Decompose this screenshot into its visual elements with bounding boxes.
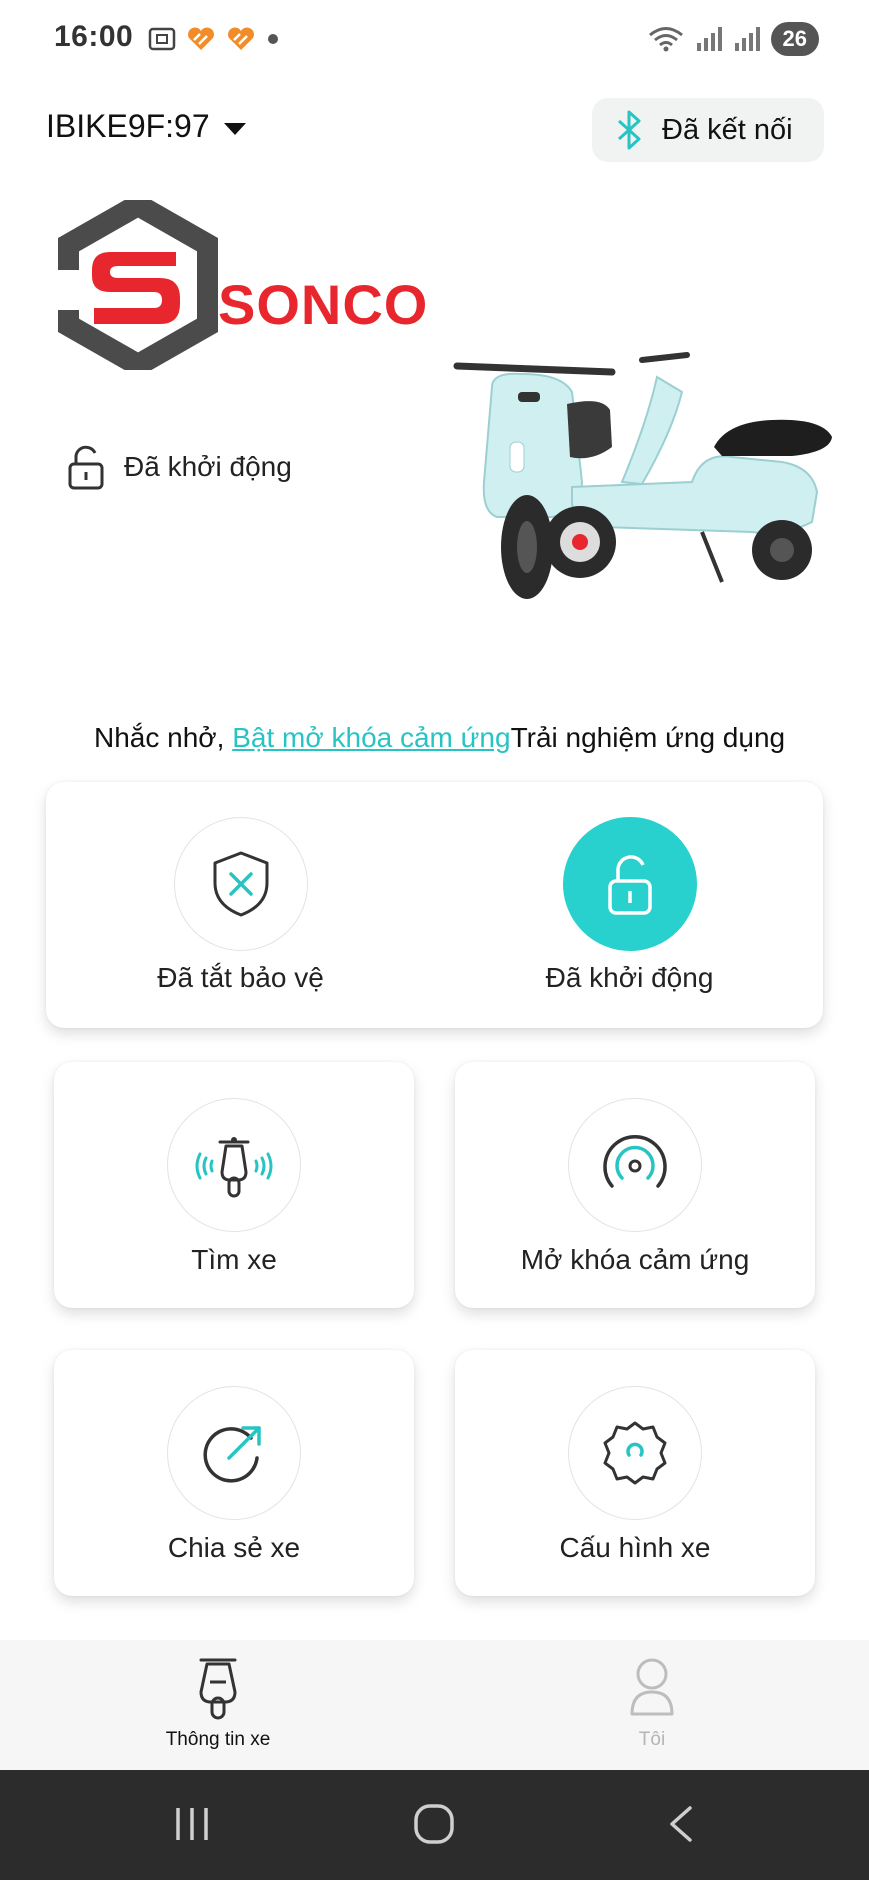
shield-x-icon (213, 851, 269, 917)
status-bar: 16:00 26 (0, 0, 869, 82)
scooter-icon (199, 1658, 237, 1720)
share-bike-button[interactable] (167, 1386, 301, 1520)
find-bike-button[interactable] (167, 1098, 301, 1232)
touch-unlock-card[interactable]: Mở khóa cảm ứng (455, 1062, 815, 1308)
dot-icon (268, 34, 278, 44)
find-bike-icon (195, 1137, 273, 1198)
scooter-image (453, 352, 832, 599)
signal-icon (696, 27, 722, 51)
signal-icon (734, 27, 760, 51)
ignition-label: Đã khởi động (545, 962, 714, 993)
home-icon[interactable] (412, 1802, 456, 1846)
touch-unlock-button[interactable] (568, 1098, 702, 1232)
caret-down-icon (223, 122, 246, 135)
proximity-unlock-icon (603, 1134, 667, 1188)
vehicle-status-label: Đã khởi động (124, 451, 292, 482)
reminder-suffix: Trải nghiệm ứng dụng (510, 722, 786, 753)
wifi-icon (648, 27, 683, 52)
status-icons-right: 26 (647, 22, 819, 56)
brand-name: SONCO (218, 273, 429, 336)
tab-vehicle-info-label: Thông tin xe (165, 1729, 271, 1750)
device-name: IBIKE9F:97 (46, 108, 210, 144)
bottom-tab-bar: Thông tin xe Tôi (0, 1640, 869, 1770)
tab-me-label: Tôi (638, 1729, 666, 1750)
connection-status-button[interactable]: Đã kết nối (592, 98, 824, 162)
screenshot-icon (148, 27, 176, 51)
find-bike-label: Tìm xe (191, 1244, 277, 1275)
recent-apps-icon[interactable] (170, 1802, 214, 1846)
battery-icon: 26 (770, 22, 819, 56)
sonco-logo-icon (58, 200, 218, 370)
reminder-prefix: Nhắc nhở, (94, 722, 225, 753)
unlock-icon (608, 855, 652, 915)
status-time: 16:00 (54, 20, 134, 53)
bike-config-label: Cấu hình xe (559, 1532, 711, 1563)
back-icon[interactable] (660, 1802, 704, 1846)
device-selector[interactable]: IBIKE9F:97 (46, 108, 246, 145)
person-icon (630, 1658, 674, 1716)
settings-gear-icon (603, 1421, 667, 1485)
share-arrow-icon (203, 1426, 261, 1483)
app-notification-icon (188, 27, 214, 50)
status-icons-left (148, 26, 280, 52)
bluetooth-icon (617, 110, 641, 150)
system-nav-bar (0, 1770, 869, 1880)
find-bike-card[interactable]: Tìm xe (54, 1062, 414, 1308)
enable-touch-unlock-link[interactable]: Bật mở khóa cảm ứng (232, 722, 510, 753)
vehicle-status: Đã khởi động (66, 444, 292, 490)
tab-me[interactable]: Tôi (552, 1654, 752, 1751)
app-notification-icon (228, 27, 254, 50)
bike-config-card[interactable]: Cấu hình xe (455, 1350, 815, 1596)
touch-unlock-label: Mở khóa cảm ứng (520, 1244, 750, 1275)
bike-config-button[interactable] (568, 1386, 702, 1520)
unlock-icon (68, 445, 104, 490)
share-bike-card[interactable]: Chia sẻ xe (54, 1350, 414, 1596)
tab-vehicle-info[interactable]: Thông tin xe (118, 1654, 318, 1751)
share-bike-label: Chia sẻ xe (167, 1532, 301, 1563)
ignition-toggle[interactable] (563, 817, 697, 951)
protection-toggle[interactable] (174, 817, 308, 951)
connection-status-label: Đã kết nối (662, 113, 793, 146)
reminder-text: Nhắc nhở, Bật mở khóa cảm ứngTrải nghiệm… (94, 722, 785, 754)
controls-card: Đã tắt bảo vệ Đã khởi động (46, 782, 823, 1028)
